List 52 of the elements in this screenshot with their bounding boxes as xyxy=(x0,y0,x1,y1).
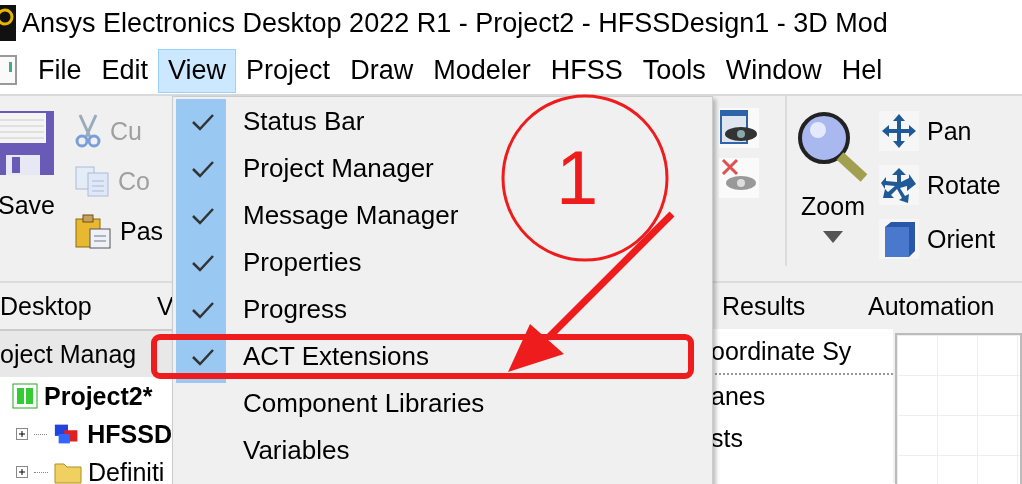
menu-item[interactable]: Properties xyxy=(173,239,362,286)
copy-icon xyxy=(74,165,110,197)
save-button[interactable]: Save xyxy=(0,96,74,281)
menu-item[interactable]: File xyxy=(28,49,92,93)
menu-item[interactable]: Project xyxy=(236,49,341,93)
folder-icon xyxy=(54,460,82,484)
eye-icon[interactable] xyxy=(719,108,759,148)
magnifier-icon xyxy=(796,110,870,184)
menu-item[interactable]: Status Bar xyxy=(173,98,365,145)
rotate-button[interactable]: Rotate xyxy=(879,162,1001,208)
scissors-icon xyxy=(74,113,102,149)
zoom-button[interactable]: Zoom xyxy=(787,96,879,281)
move-arrows-icon xyxy=(879,111,919,151)
menu-item[interactable]: Hel xyxy=(831,49,893,93)
menu-item[interactable]: Tools xyxy=(632,49,716,93)
cube-icon xyxy=(879,219,919,259)
ribbon-tab[interactable]: V xyxy=(157,291,174,321)
annotation-number: 1 xyxy=(556,140,599,216)
menu-item[interactable]: Progress xyxy=(173,286,348,333)
window-title: Ansys Electronics Desktop 2022 R1 - Project2 - HFSSDesign1 - 3D Mod xyxy=(22,7,888,39)
tree-item[interactable]: anes xyxy=(711,375,893,417)
paste-button[interactable]: Pas xyxy=(74,208,164,254)
app-icon xyxy=(0,5,16,41)
menu-item[interactable]: Modeler xyxy=(423,49,541,93)
rotate-arrows-icon xyxy=(879,165,919,205)
menu-item[interactable]: HFSS xyxy=(540,49,633,93)
expand-icon[interactable] xyxy=(16,466,28,478)
ribbon-tab[interactable]: Desktop xyxy=(0,291,92,321)
ribbon-tab[interactable]: Results xyxy=(722,291,806,321)
menu-item[interactable]: Window xyxy=(715,49,832,93)
menu-item[interactable]: View xyxy=(158,49,237,93)
hide-eye-icon[interactable] xyxy=(719,158,759,198)
menu-item[interactable]: Component Libraries xyxy=(173,380,485,427)
menu-item[interactable]: Edit xyxy=(91,49,159,93)
menu-item[interactable]: Variables xyxy=(173,427,350,474)
menu-item[interactable]: Draw xyxy=(340,49,424,93)
tree-item[interactable]: sts xyxy=(711,417,893,459)
panel-title: oject Manag xyxy=(0,329,172,377)
project-icon xyxy=(12,383,38,409)
pan-button[interactable]: Pan xyxy=(879,108,1001,154)
menu-item[interactable]: Message Manager xyxy=(173,192,459,239)
expand-icon[interactable] xyxy=(16,428,28,440)
tree-item[interactable]: Project2* xyxy=(44,381,153,411)
orient-button[interactable]: Orient xyxy=(879,216,1001,262)
window-icon[interactable] xyxy=(0,54,20,86)
menu-item[interactable]: Project Manager xyxy=(173,145,434,192)
ribbon-tab[interactable]: Automation xyxy=(868,291,995,321)
tree-item[interactable]: HFSSD xyxy=(87,419,172,449)
tree-item[interactable]: Definiti xyxy=(88,457,165,484)
caret-icon xyxy=(823,231,843,243)
menu-item[interactable]: ACT Extensions xyxy=(173,333,429,380)
paste-icon xyxy=(74,213,112,249)
